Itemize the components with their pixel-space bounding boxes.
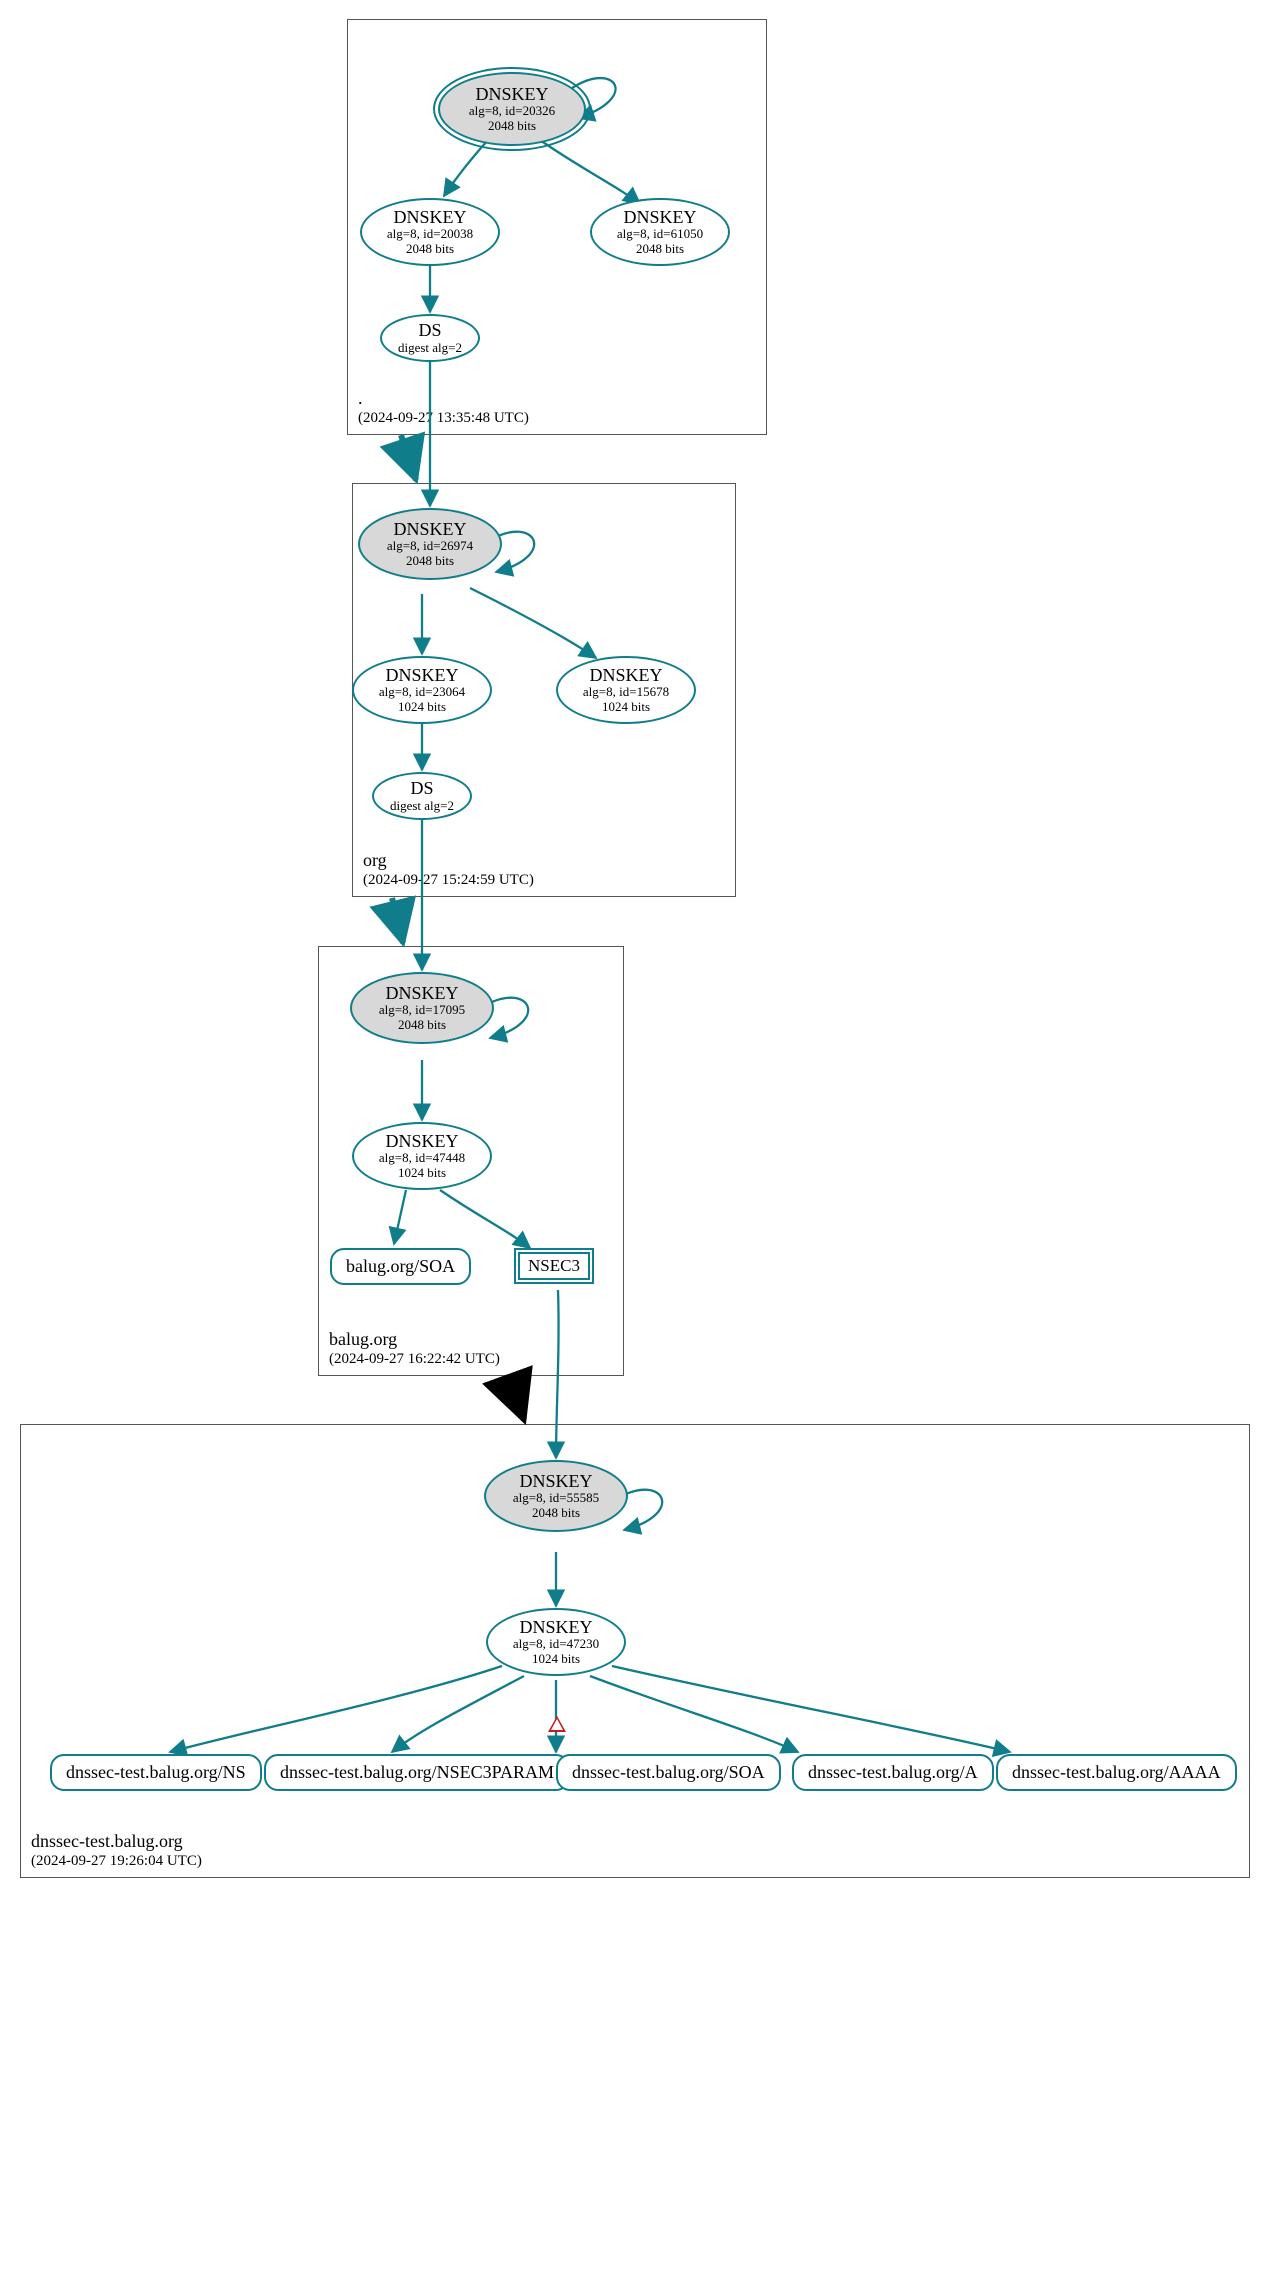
node-test-n3p: dnssec-test.balug.org/NSEC3PARAM [264,1754,570,1791]
node-org-zsk2-l2: 1024 bits [602,700,650,715]
node-root-ds: DS digest alg=2 [380,314,480,362]
node-org-ksk-title: DNSKEY [393,519,466,540]
node-root-ksk: DNSKEY alg=8, id=20326 2048 bits [438,72,586,146]
node-balug-ksk-l2: 2048 bits [398,1018,446,1033]
node-root-ksk-l2: 2048 bits [488,119,536,134]
zone-test: dnssec-test.balug.org (2024-09-27 19:26:… [20,1424,1250,1878]
node-root-ksk-title: DNSKEY [475,84,548,105]
node-org-zsk1-title: DNSKEY [385,665,458,686]
node-test-ns-label: dnssec-test.balug.org/NS [66,1762,246,1783]
node-test-soa-label: dnssec-test.balug.org/SOA [572,1762,765,1783]
node-root-zsk1-l2: 2048 bits [406,242,454,257]
node-root-ksk-l1: alg=8, id=20326 [469,104,555,119]
node-root-zsk1-title: DNSKEY [393,207,466,228]
node-balug-soa: balug.org/SOA [330,1248,471,1285]
node-root-ds-l1: digest alg=2 [398,341,462,356]
node-test-zsk-l2: 1024 bits [532,1652,580,1667]
node-org-zsk1-l1: alg=8, id=23064 [379,685,465,700]
node-root-zsk2-l1: alg=8, id=61050 [617,227,703,242]
zone-root-ts: (2024-09-27 13:35:48 UTC) [358,409,529,428]
warning-icon: ! [548,1716,566,1732]
node-balug-zsk-l1: alg=8, id=47448 [379,1151,465,1166]
dnssec-chain-diagram: . (2024-09-27 13:35:48 UTC) org (2024-09… [0,0,1268,2287]
node-test-soa: dnssec-test.balug.org/SOA [556,1754,781,1791]
node-root-ds-title: DS [418,320,441,341]
node-test-zsk: DNSKEY alg=8, id=47230 1024 bits [486,1608,626,1676]
zone-balug-label: balug.org (2024-09-27 16:22:42 UTC) [329,1328,500,1369]
zone-test-name: dnssec-test.balug.org [31,1831,183,1851]
node-test-ksk-l1: alg=8, id=55585 [513,1491,599,1506]
node-org-zsk2-l1: alg=8, id=15678 [583,685,669,700]
node-org-zsk2-title: DNSKEY [589,665,662,686]
node-org-ksk: DNSKEY alg=8, id=26974 2048 bits [358,508,502,580]
node-balug-nsec3: NSEC3 [518,1252,590,1280]
node-test-ns: dnssec-test.balug.org/NS [50,1754,262,1791]
zone-org-label: org (2024-09-27 15:24:59 UTC) [363,849,534,890]
node-root-zsk2: DNSKEY alg=8, id=61050 2048 bits [590,198,730,266]
node-org-ds: DS digest alg=2 [372,772,472,820]
node-test-a-label: dnssec-test.balug.org/A [808,1762,978,1783]
node-org-ds-l1: digest alg=2 [390,799,454,814]
node-test-a: dnssec-test.balug.org/A [792,1754,994,1791]
node-root-zsk2-title: DNSKEY [623,207,696,228]
zone-root-label: . (2024-09-27 13:35:48 UTC) [358,387,529,428]
zone-balug-name: balug.org [329,1329,397,1349]
node-test-ksk-title: DNSKEY [519,1471,592,1492]
zone-org-name: org [363,850,387,870]
node-balug-ksk-title: DNSKEY [385,983,458,1004]
zone-test-ts: (2024-09-27 19:26:04 UTC) [31,1852,202,1871]
node-balug-ksk: DNSKEY alg=8, id=17095 2048 bits [350,972,494,1044]
node-org-ds-title: DS [410,778,433,799]
zone-test-label: dnssec-test.balug.org (2024-09-27 19:26:… [31,1830,202,1871]
node-balug-ksk-l1: alg=8, id=17095 [379,1003,465,1018]
node-balug-nsec3-label: NSEC3 [528,1256,580,1276]
zone-org-ts: (2024-09-27 15:24:59 UTC) [363,871,534,890]
node-balug-zsk-l2: 1024 bits [398,1166,446,1181]
node-test-aaaa-label: dnssec-test.balug.org/AAAA [1012,1762,1221,1783]
node-test-n3p-label: dnssec-test.balug.org/NSEC3PARAM [280,1762,554,1783]
node-org-ksk-l1: alg=8, id=26974 [387,539,473,554]
node-test-ksk: DNSKEY alg=8, id=55585 2048 bits [484,1460,628,1532]
node-root-zsk1: DNSKEY alg=8, id=20038 2048 bits [360,198,500,266]
node-org-zsk2: DNSKEY alg=8, id=15678 1024 bits [556,656,696,724]
node-balug-soa-label: balug.org/SOA [346,1256,455,1277]
node-org-zsk1: DNSKEY alg=8, id=23064 1024 bits [352,656,492,724]
node-test-zsk-title: DNSKEY [519,1617,592,1638]
node-org-zsk1-l2: 1024 bits [398,700,446,715]
node-balug-zsk: DNSKEY alg=8, id=47448 1024 bits [352,1122,492,1190]
node-root-zsk1-l1: alg=8, id=20038 [387,227,473,242]
node-test-aaaa: dnssec-test.balug.org/AAAA [996,1754,1237,1791]
node-root-zsk2-l2: 2048 bits [636,242,684,257]
node-org-ksk-l2: 2048 bits [406,554,454,569]
node-test-ksk-l2: 2048 bits [532,1506,580,1521]
zone-root-name: . [358,388,363,408]
zone-balug-ts: (2024-09-27 16:22:42 UTC) [329,1350,500,1369]
node-test-zsk-l1: alg=8, id=47230 [513,1637,599,1652]
node-balug-zsk-title: DNSKEY [385,1131,458,1152]
